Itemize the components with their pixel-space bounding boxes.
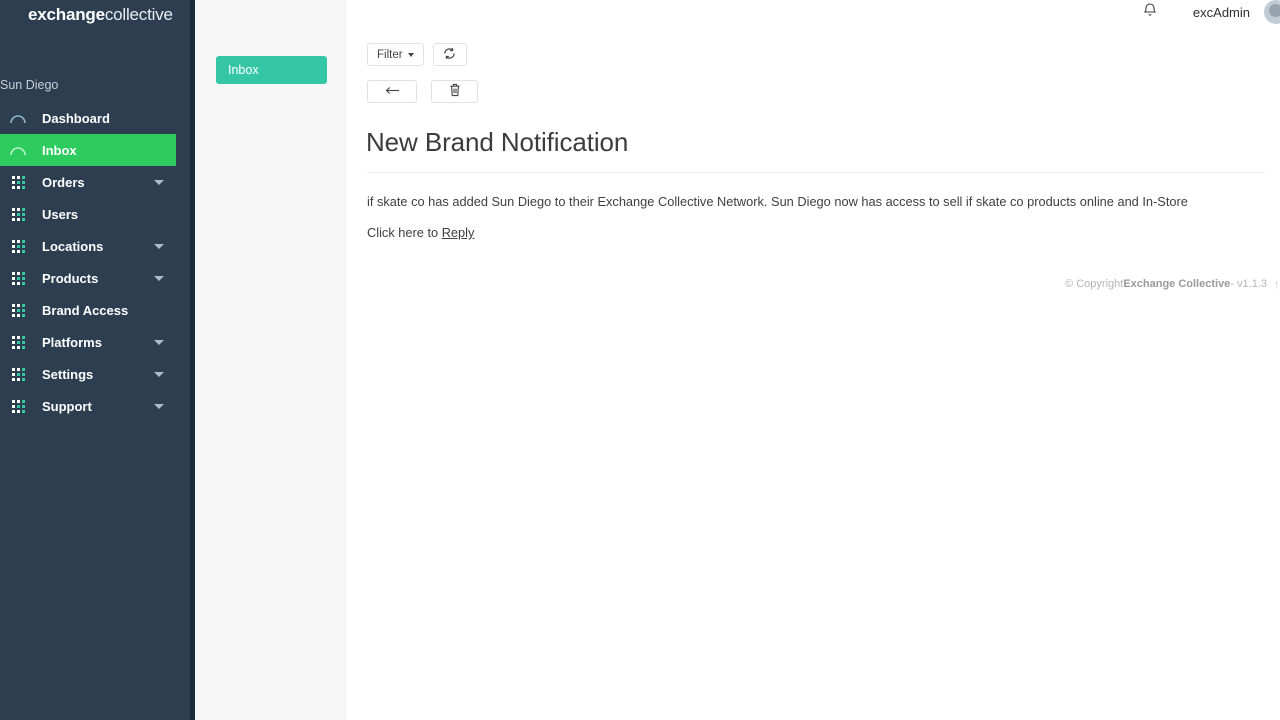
grid-icon bbox=[9, 365, 27, 383]
chevron-down-icon bbox=[154, 180, 164, 185]
brand-logo-strong: exchange bbox=[28, 5, 105, 25]
sidebar-item-inbox[interactable]: Inbox bbox=[0, 134, 176, 166]
sidebar-item-brand-access[interactable]: Brand Access bbox=[0, 294, 176, 326]
footer-brand: Exchange Collective bbox=[1123, 278, 1230, 290]
sidebar-item-label: Inbox bbox=[42, 143, 176, 158]
inbox-tab[interactable]: Inbox bbox=[216, 56, 327, 84]
sidebar-item-dashboard[interactable]: Dashboard bbox=[0, 102, 176, 134]
sidebar-item-platforms[interactable]: Platforms bbox=[0, 326, 176, 358]
sidebar-item-label: Brand Access bbox=[42, 303, 176, 318]
site-label: Sun Diego bbox=[0, 78, 195, 92]
refresh-icon bbox=[443, 47, 456, 63]
main-content: Filter bbox=[346, 24, 1280, 720]
sidebar-item-label: Locations bbox=[42, 239, 154, 254]
grid-icon bbox=[9, 269, 27, 287]
footer-version: - v1.1.3 bbox=[1230, 278, 1267, 290]
reply-prefix: Click here to bbox=[367, 225, 442, 240]
chevron-down-icon bbox=[154, 340, 164, 345]
action-toolbar bbox=[346, 80, 1280, 103]
filter-toolbar: Filter bbox=[346, 43, 1280, 66]
refresh-button[interactable] bbox=[433, 43, 467, 66]
sidebar-item-label: Settings bbox=[42, 367, 154, 382]
filter-button[interactable]: Filter bbox=[367, 43, 424, 66]
reply-line: Click here to Reply bbox=[346, 225, 1280, 240]
sidebar-item-orders[interactable]: Orders bbox=[0, 166, 176, 198]
sidebar-item-label: Users bbox=[42, 207, 176, 222]
back-button[interactable] bbox=[367, 80, 417, 103]
avatar[interactable] bbox=[1264, 0, 1280, 24]
inbox-tab-label: Inbox bbox=[228, 63, 259, 77]
back-arrow-icon bbox=[385, 86, 400, 98]
grid-icon bbox=[9, 333, 27, 351]
sidebar-item-label: Support bbox=[42, 399, 154, 414]
arc-icon bbox=[9, 141, 27, 159]
filter-button-label: Filter bbox=[377, 49, 403, 61]
sidebar-item-label: Products bbox=[42, 271, 154, 286]
sidebar-item-label: Dashboard bbox=[42, 111, 176, 126]
bell-icon[interactable] bbox=[1143, 2, 1157, 22]
title-divider bbox=[367, 172, 1266, 173]
trash-icon bbox=[449, 83, 461, 100]
delete-button[interactable] bbox=[431, 80, 478, 103]
chevron-down-icon bbox=[154, 404, 164, 409]
grid-icon bbox=[9, 173, 27, 191]
arrow-up-icon[interactable]: ↑ bbox=[1274, 277, 1280, 291]
sidebar-item-products[interactable]: Products bbox=[0, 262, 176, 294]
arc-icon bbox=[9, 109, 27, 127]
sidebar-item-users[interactable]: Users bbox=[0, 198, 176, 230]
sidebar-item-support[interactable]: Support bbox=[0, 390, 176, 422]
user-name[interactable]: excAdmin bbox=[1193, 5, 1250, 20]
top-bar: excAdmin bbox=[346, 0, 1280, 24]
grid-icon bbox=[9, 301, 27, 319]
chevron-down-icon bbox=[154, 372, 164, 377]
footer: © Copyright Exchange Collective - v1.1.3… bbox=[1065, 277, 1280, 291]
sidebar: exchangecollective Sun Diego Dashboard In… bbox=[0, 0, 195, 720]
grid-icon bbox=[9, 205, 27, 223]
grid-icon bbox=[9, 397, 27, 415]
chevron-down-icon bbox=[154, 244, 164, 249]
sidebar-item-label: Orders bbox=[42, 175, 154, 190]
sidebar-item-locations[interactable]: Locations bbox=[0, 230, 176, 262]
chevron-down-icon bbox=[408, 53, 414, 57]
footer-copyright-prefix: © Copyright bbox=[1065, 278, 1123, 290]
reply-link[interactable]: Reply bbox=[442, 225, 475, 240]
page-title: New Brand Notification bbox=[346, 127, 1280, 158]
sidebar-item-settings[interactable]: Settings bbox=[0, 358, 176, 390]
sidebar-nav: Dashboard Inbox Orders Users Locations Produc… bbox=[0, 102, 195, 422]
grid-icon bbox=[9, 237, 27, 255]
brand-logo[interactable]: exchangecollective bbox=[0, 0, 195, 30]
message-list-column: Inbox bbox=[195, 0, 346, 720]
chevron-down-icon bbox=[154, 276, 164, 281]
message-body: if skate co has added Sun Diego to their… bbox=[346, 194, 1280, 209]
brand-logo-light: collective bbox=[105, 5, 173, 25]
sidebar-item-label: Platforms bbox=[42, 335, 154, 350]
